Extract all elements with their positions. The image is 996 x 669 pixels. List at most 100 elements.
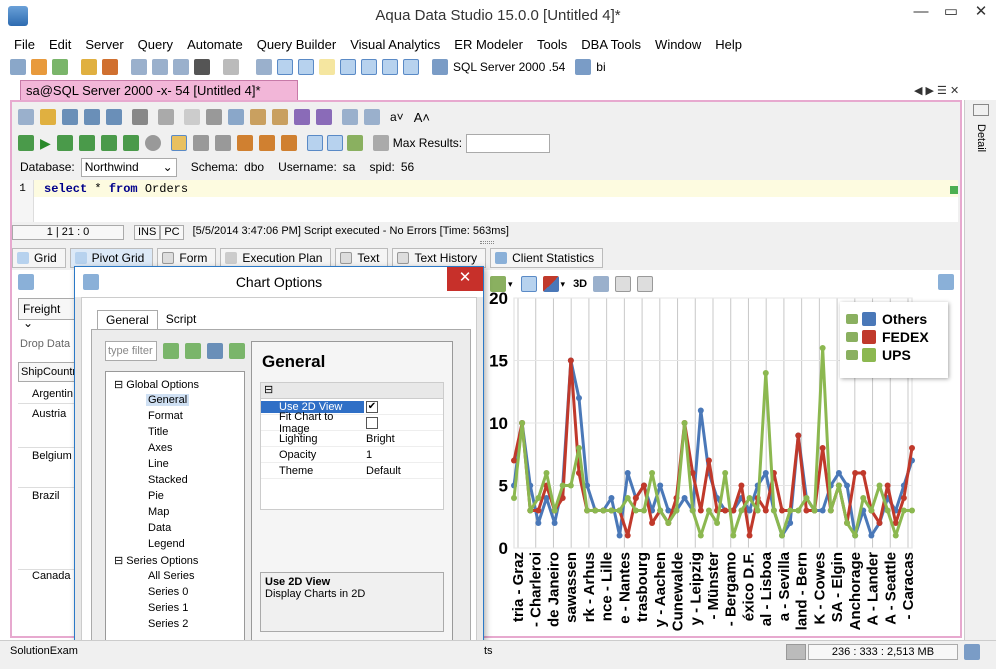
shipcountry-field[interactable]: ShipCountr — [18, 362, 80, 382]
compare-icon[interactable] — [152, 59, 168, 75]
minimize-button[interactable]: — — [906, 0, 936, 26]
remove-icon[interactable] — [185, 343, 201, 359]
execute-edit-icon[interactable] — [56, 135, 73, 151]
comment-icon[interactable] — [258, 135, 275, 151]
find-replace-icon[interactable] — [342, 109, 358, 125]
tree-item-series-1[interactable]: Series 1 — [148, 602, 188, 614]
solution-explorer-tab[interactable]: SolutionExam — [10, 645, 78, 657]
script-icon[interactable] — [102, 59, 118, 75]
tab-form[interactable]: Form — [157, 248, 217, 268]
uncomment-icon[interactable] — [280, 135, 297, 151]
current-server-label[interactable]: SQL Server 2000 .54 — [453, 60, 565, 74]
tab-general[interactable]: General — [97, 309, 158, 329]
property-row-fit-chart[interactable]: Fit Chart to Image — [261, 411, 443, 435]
property-row-lighting[interactable]: Lighting Bright — [261, 431, 443, 447]
redo-icon[interactable] — [316, 109, 332, 125]
execute-icon[interactable]: ▶ — [40, 135, 51, 152]
tree-node-global-options[interactable]: ⊟ Global Options — [114, 378, 199, 391]
tree-item-map[interactable]: Map — [148, 506, 169, 518]
query-analyzer-icon[interactable] — [81, 59, 97, 75]
pivot-options-icon[interactable] — [18, 274, 34, 290]
tab-execution-plan[interactable]: Execution Plan — [220, 248, 332, 268]
open-file-icon[interactable] — [40, 109, 56, 125]
chevron-down-icon[interactable]: ▾ — [508, 279, 513, 290]
font-increase-icon[interactable]: A˄ — [414, 110, 430, 125]
tree-item-series-0[interactable]: Series 0 — [148, 586, 188, 598]
tree-item-legend[interactable]: Legend — [148, 538, 185, 550]
execute-stats-icon[interactable] — [122, 135, 139, 151]
save-as-icon[interactable] — [84, 109, 100, 125]
tree-item-axes[interactable]: Axes — [148, 442, 172, 454]
filter-input[interactable]: type filter — [105, 341, 157, 361]
close-button[interactable]: ✕ — [966, 0, 996, 26]
detail-tab[interactable]: Detail — [975, 124, 987, 152]
max-results-input[interactable] — [466, 133, 551, 153]
fit-chart-checkbox[interactable] — [366, 416, 378, 429]
collapse-icon[interactable]: ⊟ — [261, 383, 443, 399]
tree-item-general[interactable]: General — [146, 394, 190, 406]
results-grid-icon[interactable] — [306, 135, 323, 151]
menu-window[interactable]: Window — [655, 37, 701, 52]
menu-edit[interactable]: Edit — [49, 37, 71, 52]
save-all-icon[interactable] — [106, 109, 122, 125]
chart-colors-icon[interactable] — [542, 276, 559, 292]
load-icon[interactable] — [229, 343, 245, 359]
undo-icon[interactable] — [294, 109, 310, 125]
connect-icon[interactable] — [52, 59, 68, 75]
property-row-opacity[interactable]: Opacity 1 — [261, 447, 443, 463]
menu-file[interactable]: File — [14, 37, 35, 52]
tab-script[interactable]: Script — [158, 310, 205, 328]
menu-help[interactable]: Help — [715, 37, 742, 52]
database-select[interactable]: Northwind ⌄ — [80, 157, 177, 177]
property-row-theme[interactable]: Theme Default — [261, 463, 443, 479]
find-next-icon[interactable] — [364, 109, 380, 125]
terminal-icon[interactable] — [194, 59, 210, 75]
menu-server[interactable]: Server — [85, 37, 123, 52]
layout-1-icon[interactable] — [277, 59, 293, 75]
tree-item-series-2[interactable]: Series 2 — [148, 618, 188, 630]
find-icon[interactable] — [131, 59, 147, 75]
tree-item-pie[interactable]: Pie — [148, 490, 164, 502]
dropdown-icon[interactable] — [223, 59, 239, 75]
tab-pivot-grid[interactable]: Pivot Grid — [69, 248, 154, 268]
tree-item-format[interactable]: Format — [148, 410, 183, 422]
sql-code[interactable]: select * from Orders — [44, 182, 188, 196]
menu-query-builder[interactable]: Query Builder — [257, 37, 336, 52]
menu-tools[interactable]: Tools — [537, 37, 567, 52]
export-icon[interactable] — [158, 109, 174, 125]
layout-2-icon[interactable] — [298, 59, 314, 75]
chart-layout-icon[interactable] — [520, 276, 537, 292]
layout-5-icon[interactable] — [361, 59, 377, 75]
panel-icon[interactable] — [973, 104, 989, 116]
cut-icon[interactable] — [206, 109, 222, 125]
schema-icon[interactable] — [173, 59, 189, 75]
print-icon[interactable] — [132, 109, 148, 125]
freight-field[interactable]: Freight ⌄ — [18, 298, 78, 330]
menu-query[interactable]: Query — [138, 37, 173, 52]
tab-nav-icons[interactable]: ◀ ▶ ☰ ✕ — [914, 84, 959, 97]
execute-plan-icon[interactable] — [100, 135, 117, 151]
save-icon[interactable] — [62, 109, 78, 125]
properties-icon[interactable] — [256, 59, 272, 75]
menu-dba-tools[interactable]: DBA Tools — [581, 37, 641, 52]
new-connection-icon[interactable] — [10, 59, 26, 75]
results-chart-icon[interactable] — [346, 135, 363, 151]
layout-3-icon[interactable] — [319, 59, 335, 75]
register-server-icon[interactable] — [31, 59, 47, 75]
dialog-close-button[interactable]: ✕ — [447, 267, 483, 291]
chart-type-icon[interactable] — [490, 276, 506, 292]
gc-button[interactable] — [786, 644, 806, 660]
layout-6-icon[interactable] — [382, 59, 398, 75]
chart-zoom-icon[interactable] — [637, 276, 654, 292]
tree-item-all-series[interactable]: All Series — [148, 570, 194, 582]
tab-client-statistics[interactable]: Client Statistics — [490, 248, 604, 268]
view-3d-button[interactable]: 3D — [573, 278, 587, 290]
document-tab[interactable]: sa@SQL Server 2000 -x- 54 [Untitled 4]* — [20, 80, 298, 100]
rollback-icon[interactable] — [214, 135, 231, 151]
tab-grid[interactable]: Grid — [12, 248, 66, 268]
tree-item-line[interactable]: Line — [148, 458, 169, 470]
menu-er-modeler[interactable]: ER Modeler — [454, 37, 523, 52]
commit-icon[interactable] — [192, 135, 209, 151]
add-icon[interactable] — [163, 343, 179, 359]
font-decrease-icon[interactable]: a˅ — [390, 110, 404, 124]
